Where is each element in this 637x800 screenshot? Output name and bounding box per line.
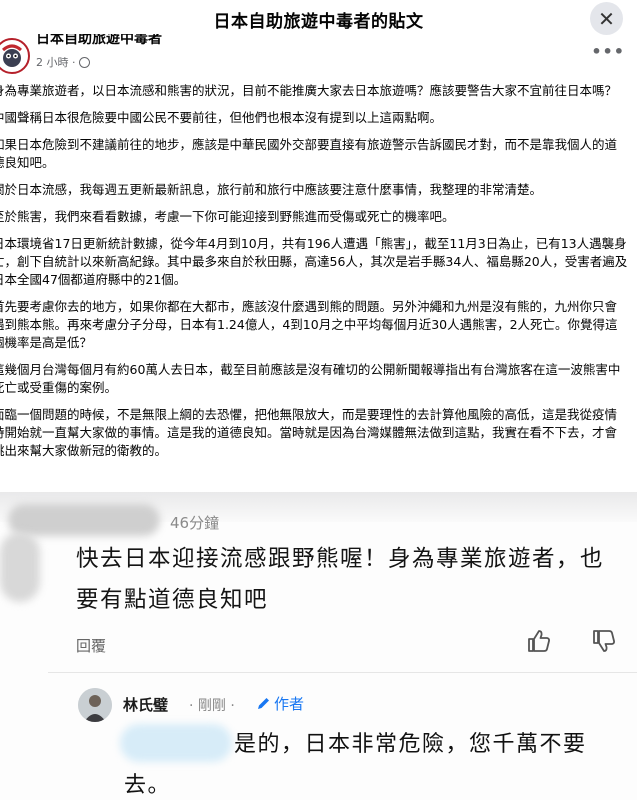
- blurred-commenter-name: [8, 504, 160, 536]
- blurred-commenter-avatar: [0, 532, 40, 602]
- post-paragraph: 這幾個月台灣每個月有約60萬人去日本，截至目前應該是沒有確切的公開新聞報導指出有…: [0, 362, 621, 395]
- post-meta: 2 小時 ·: [36, 54, 90, 70]
- comment-time: 46分鐘: [170, 514, 220, 532]
- dialog-header: 日本自助旅遊中毒者的貼文 ✕: [0, 0, 637, 35]
- post-body: 身為專業旅遊者，以日本流感和熊害的狀況，目前不能推廣大家去日本旅遊嗎？應該要警告…: [0, 82, 628, 469]
- post-paragraph: 關於日本流感，我每週五更新最新訊息，旅行前和旅行中應該要注意什麼事情，我整理的非…: [0, 182, 543, 197]
- author-badge-label: 作者: [274, 695, 305, 713]
- thumb-down-icon[interactable]: [591, 628, 617, 654]
- reply-author-name[interactable]: 林氏璧: [123, 694, 168, 715]
- page-avatar[interactable]: [0, 38, 30, 74]
- post-header: 日本自助旅遊中毒者 2 小時 · •••: [0, 34, 637, 78]
- post-time[interactable]: 2 小時 ·: [36, 54, 76, 70]
- more-options-icon[interactable]: •••: [591, 42, 625, 61]
- reply-button[interactable]: 回覆: [76, 635, 106, 656]
- comment-photo: 46分鐘 快去日本迎接流感跟野熊喔！身為專業旅遊者，也要有點道德良知吧 回覆 林…: [0, 492, 637, 800]
- page-name[interactable]: 日本自助旅遊中毒者: [36, 34, 162, 48]
- post-paragraph: 至於熊害，我們來看看數據，考慮一下你可能迎接到野熊進而受傷或死亡的機率吧。: [0, 209, 455, 224]
- post-paragraph: 面臨一個問題的時候，不是無限上綱的去恐懼，把他無限放大，而是要理性的去計算他風險…: [0, 407, 618, 458]
- post-paragraph: 身為專業旅遊者，以日本流感和熊害的狀況，目前不能推廣大家去日本旅遊嗎？應該要警告…: [0, 83, 618, 98]
- pencil-icon: [258, 698, 269, 709]
- thumb-up-icon[interactable]: [526, 628, 552, 654]
- post-paragraph: 日本環境省17日更新統計數據，從今年4月到10月，共有196人遭遇「熊害」，截至…: [0, 236, 628, 287]
- comment-text: 快去日本迎接流感跟野熊喔！身為專業旅遊者，也要有點道德良知吧: [76, 546, 605, 613]
- author-badge: 作者: [256, 693, 304, 714]
- close-icon: ✕: [598, 6, 615, 31]
- post-paragraph: 如果日本危險到不建議前往的地步，應該是中華民國外交部要直接有旅遊警示告訴國民才對…: [0, 137, 618, 170]
- reply-meta: · 剛剛 ·: [189, 698, 235, 714]
- dialog-title: 日本自助旅遊中毒者的貼文: [213, 12, 424, 32]
- post-paragraph: 首先要考慮你去的地方，如果你都在大都市，應該沒什麼遇到熊的問題。另外沖繩和九州是…: [0, 299, 618, 350]
- comment-divider: [48, 672, 637, 673]
- post-paragraph: 中國聲稱日本很危險要中國公民不要前往，但他們也根本沒有提到以上這兩點啊。: [0, 110, 443, 125]
- globe-icon: [78, 56, 90, 68]
- avatar[interactable]: [78, 688, 112, 722]
- reply-text: 是的，日本非常危險，您千萬不要去。: [124, 732, 587, 798]
- close-button[interactable]: ✕: [590, 2, 623, 35]
